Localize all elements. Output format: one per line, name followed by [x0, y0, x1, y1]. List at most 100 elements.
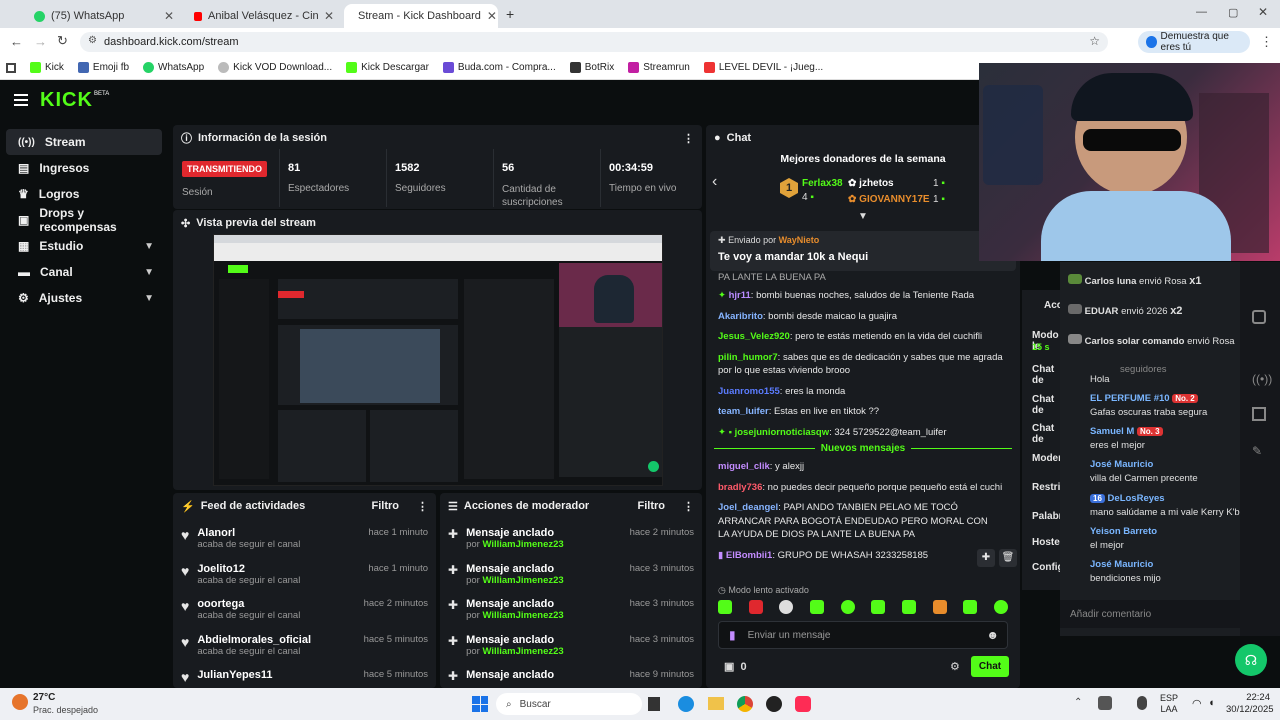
back-icon[interactable]: ← — [10, 34, 23, 49]
tab-whatsapp[interactable]: (75) WhatsApp ✕ — [26, 4, 182, 28]
delete-message-button[interactable]: 🗑 — [999, 549, 1017, 567]
close-icon[interactable]: ✕ — [487, 9, 497, 23]
obs-icon[interactable] — [766, 696, 782, 712]
chat-username[interactable]: Jesus_Velez920 — [718, 331, 790, 342]
emote-icon[interactable] — [963, 600, 978, 614]
chat-username[interactable]: miguel_clik — [718, 461, 770, 472]
apps-grid-icon[interactable] — [6, 62, 16, 73]
weather-temp[interactable]: 27°C — [33, 692, 55, 703]
pin-message-button[interactable]: ✚ — [977, 549, 995, 567]
tab-youtube[interactable]: Anibal Velásquez - Cinco Pa' La... ✕ — [186, 4, 342, 28]
sidebar-item-logros[interactable]: ♛ Logros — [6, 181, 162, 207]
mod-user[interactable]: WilliamJimenez23 — [482, 610, 563, 621]
send-chat-button[interactable]: Chat — [971, 656, 1009, 677]
weather-desc[interactable]: Prac. despejado — [33, 705, 98, 715]
tiktok-icon[interactable] — [795, 696, 811, 712]
emote-icon[interactable] — [901, 600, 916, 614]
chat-username[interactable]: Juanromo155 — [718, 386, 780, 397]
chat-username[interactable]: team_luifer — [718, 406, 769, 417]
window-close-icon[interactable]: ✕ — [1258, 5, 1268, 19]
add-comment-input[interactable]: Añadir comentario — [1060, 600, 1240, 628]
chat-settings-icon[interactable]: ⚙ — [950, 660, 960, 673]
emote-icon[interactable] — [993, 600, 1008, 614]
bookmark-item[interactable]: Streamrun — [628, 62, 690, 73]
channel-points[interactable]: ▣ 0 — [724, 660, 747, 673]
emote-icon[interactable] — [718, 600, 732, 614]
sidebar-item-drops[interactable]: ▣ Drops y recompensas — [6, 206, 162, 234]
chat-input[interactable]: ▮ Enviar un mensaje ☻ — [718, 621, 1008, 649]
bookmark-item[interactable]: Kick VOD Download... — [218, 62, 332, 73]
maximize-icon[interactable]: ▢ — [1228, 6, 1238, 19]
chat-username[interactable]: bradly736 — [718, 482, 762, 493]
bookmark-item[interactable]: Emoji fb — [77, 62, 129, 73]
stream-preview-video[interactable] — [213, 234, 663, 486]
filter-button[interactable]: Filtro — [638, 500, 666, 512]
bookmark-item[interactable]: Kick Descargar — [346, 62, 429, 73]
emoji-icon[interactable]: ☻ — [986, 628, 999, 642]
minimize-icon[interactable]: — — [1196, 6, 1207, 18]
bookmark-item[interactable]: BotRix — [569, 62, 614, 73]
more-options-icon[interactable]: ⋮ — [683, 132, 694, 145]
chat-username[interactable]: Akaribrito — [718, 311, 763, 322]
tray-app-icon[interactable] — [1098, 696, 1112, 710]
more-options-icon[interactable]: ⋮ — [683, 500, 694, 513]
chat-username[interactable]: Joel_deangel — [718, 502, 778, 513]
chat-username[interactable]: pilin_humor7 — [718, 352, 778, 363]
wifi-icon[interactable]: ◠ — [1192, 697, 1202, 710]
reload-icon[interactable]: ↻ — [57, 33, 68, 49]
taskview-icon[interactable] — [648, 697, 660, 711]
chevron-up-icon[interactable]: ⌃ — [1074, 697, 1082, 708]
support-fab[interactable]: ☊ — [1235, 644, 1267, 676]
tool-icon[interactable] — [1252, 407, 1266, 421]
donor-name[interactable]: jzhetos — [859, 178, 893, 189]
url-bar[interactable]: ⚙ dashboard.kick.com/stream ☆ — [80, 32, 1108, 52]
taskbar-search[interactable]: ⌕ Buscar — [496, 693, 642, 715]
tool-icon[interactable] — [1252, 310, 1266, 324]
bookmark-item[interactable]: Kick — [30, 62, 64, 73]
sidebar-item-ingresos[interactable]: ▤ Ingresos — [6, 155, 162, 181]
bookmark-item[interactable]: LEVEL DEVIL - ¡Jueg... — [703, 62, 823, 73]
emote-icon[interactable] — [932, 600, 947, 614]
tool-icon[interactable]: ((•)) — [1252, 372, 1272, 386]
profile-button[interactable]: Demuestra que eres tú — [1138, 31, 1250, 53]
sidebar-item-ajustes[interactable]: ⚙ Ajustes ▼ — [6, 285, 162, 311]
emote-icon[interactable] — [809, 600, 824, 614]
emote-icon[interactable] — [779, 600, 794, 614]
hamburger-menu-icon[interactable] — [14, 94, 28, 106]
close-icon[interactable]: ✕ — [164, 9, 174, 23]
file-explorer-icon[interactable] — [708, 697, 724, 710]
chat-username[interactable]: hjr11 — [729, 290, 751, 301]
tab-kick-dashboard[interactable]: Stream - Kick Dashboard ✕ — [344, 4, 498, 28]
more-options-icon[interactable]: ⋮ — [417, 500, 428, 513]
chevron-left-icon[interactable]: ‹ — [712, 173, 717, 191]
tool-icon[interactable]: ✎ — [1252, 444, 1262, 458]
site-info-icon[interactable]: ⚙ — [88, 35, 97, 46]
volume-icon[interactable]: ◖ — [1208, 697, 1215, 709]
collapse-icon[interactable]: ▼ — [858, 211, 868, 222]
filter-button[interactable]: Filtro — [372, 500, 400, 512]
bookmark-item[interactable]: Buda.com - Compra... — [442, 62, 556, 73]
emote-icon[interactable] — [748, 600, 763, 614]
chat-username[interactable]: josejuniornoticiasqw — [735, 427, 830, 438]
bookmark-item[interactable]: WhatsApp — [143, 62, 204, 73]
mod-user[interactable]: WilliamJimenez23 — [482, 575, 563, 586]
emote-icon[interactable] — [840, 600, 855, 614]
close-icon[interactable]: ✕ — [324, 9, 334, 23]
donor-name[interactable]: Ferlax38 — [802, 178, 843, 189]
chat-username[interactable]: ElBombii1 — [726, 550, 772, 561]
chrome-icon[interactable] — [737, 696, 753, 712]
sidebar-item-stream[interactable]: ((•)) Stream — [6, 129, 162, 155]
emote-icon[interactable] — [871, 600, 886, 614]
mod-user[interactable]: WilliamJimenez23 — [482, 539, 563, 550]
forward-icon[interactable]: → — [34, 34, 47, 49]
clock[interactable]: 22:24 30/12/2025 — [1226, 692, 1274, 716]
pinned-by-user[interactable]: WayNieto — [779, 235, 820, 245]
edge-icon[interactable] — [678, 696, 694, 712]
mod-user[interactable]: WilliamJimenez23 — [482, 646, 563, 657]
windows-start-icon[interactable] — [472, 696, 488, 712]
kick-logo[interactable]: KICK — [40, 89, 93, 112]
bookmark-star-icon[interactable]: ☆ — [1089, 34, 1100, 48]
weather-icon[interactable] — [12, 694, 28, 710]
sidebar-item-canal[interactable]: ▬ Canal ▼ — [6, 259, 162, 285]
microphone-icon[interactable] — [1137, 696, 1147, 710]
